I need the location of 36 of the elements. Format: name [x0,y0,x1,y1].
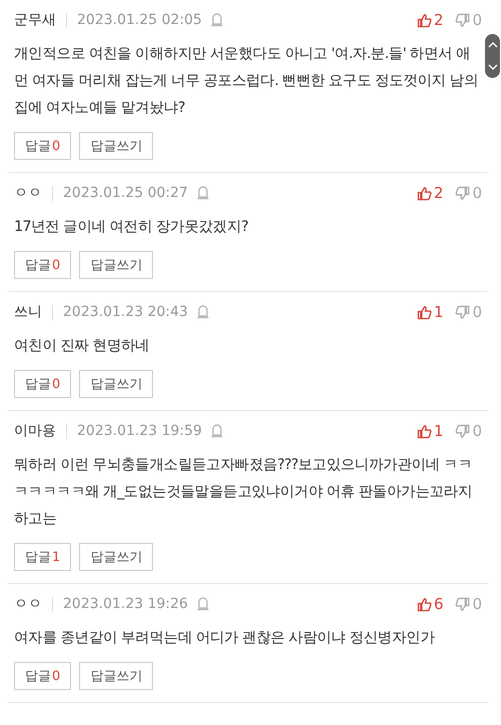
bell-icon[interactable] [196,305,210,319]
comment-date: 2023.01.25 02:05 [77,12,202,28]
comment-author: 군무새 [14,11,56,29]
write-reply-button[interactable]: 답글쓰기 [79,662,154,690]
write-reply-button[interactable]: 답글쓰기 [79,132,154,160]
comment-text: 뭐하러 이런 무뇌충들개소릴듣고자빠졌음???보고있으니까가관이네 ㅋㅋㅋㅋㅋㅋㅋ왜 개_도없는것들말을듣고있냐이거야 어휴 판돌아가는꼬라지하고는 [14,456,474,529]
comment-text: 여친이 진짜 현명하네 [14,337,150,356]
comment-text: 17년전 글이네 여전히 장가못갔겠지? [14,218,249,237]
reply-count-button[interactable]: 답글0 [14,370,72,398]
comment-author: ㅇㅇ [14,595,42,613]
comment-date: 2023.01.23 20:43 [63,304,188,320]
comment-date: 2023.01.25 00:27 [63,185,188,201]
write-reply-button[interactable]: 답글쓰기 [79,370,154,398]
comment-text: 개인적으로 여친을 이해하지만 서운했다도 아니고 '여.자.분.들' 하면서 애먼 여자들 머리채 잡는게 너무 공포스럽다. 뻔뻔한 요구도 정도껏이지 남의집에 여자노예들 맡겨놨냐? [14,45,480,118]
reply-count-button[interactable]: 답글0 [14,251,72,279]
like-button[interactable]: 6 [416,595,444,613]
comment-author: ㅇㅇ [14,184,42,202]
reply-count-button[interactable]: 답글0 [14,132,72,160]
bell-icon[interactable] [210,13,224,27]
like-button[interactable]: 2 [416,11,444,29]
bell-icon[interactable] [196,186,210,200]
comment-author: 쓰니 [14,303,42,321]
bell-icon[interactable] [210,424,224,438]
reply-count-button[interactable]: 답글 1 [14,543,72,571]
comment-text: 여자를 종년같이 부려먹는데 어디가 괜찮은 사람이냐 정신병자인가 [14,629,436,648]
like-button[interactable]: 2 [416,184,444,202]
reply-count-button[interactable]: 답글0 [14,662,72,690]
bell-icon[interactable] [196,597,210,611]
comment-date: 2023.01.23 19:26 [63,596,188,612]
write-reply-button[interactable]: 답글쓰기 [79,251,154,279]
comment-date: 2023.01.23 19:59 [77,423,202,439]
like-button[interactable]: 1 [416,422,444,440]
scroll-buttons[interactable] [485,34,500,78]
comment-author: 이마용 [14,422,56,440]
like-button[interactable]: 1 [416,303,444,321]
write-reply-button[interactable]: 답글쓰기 [79,543,154,571]
